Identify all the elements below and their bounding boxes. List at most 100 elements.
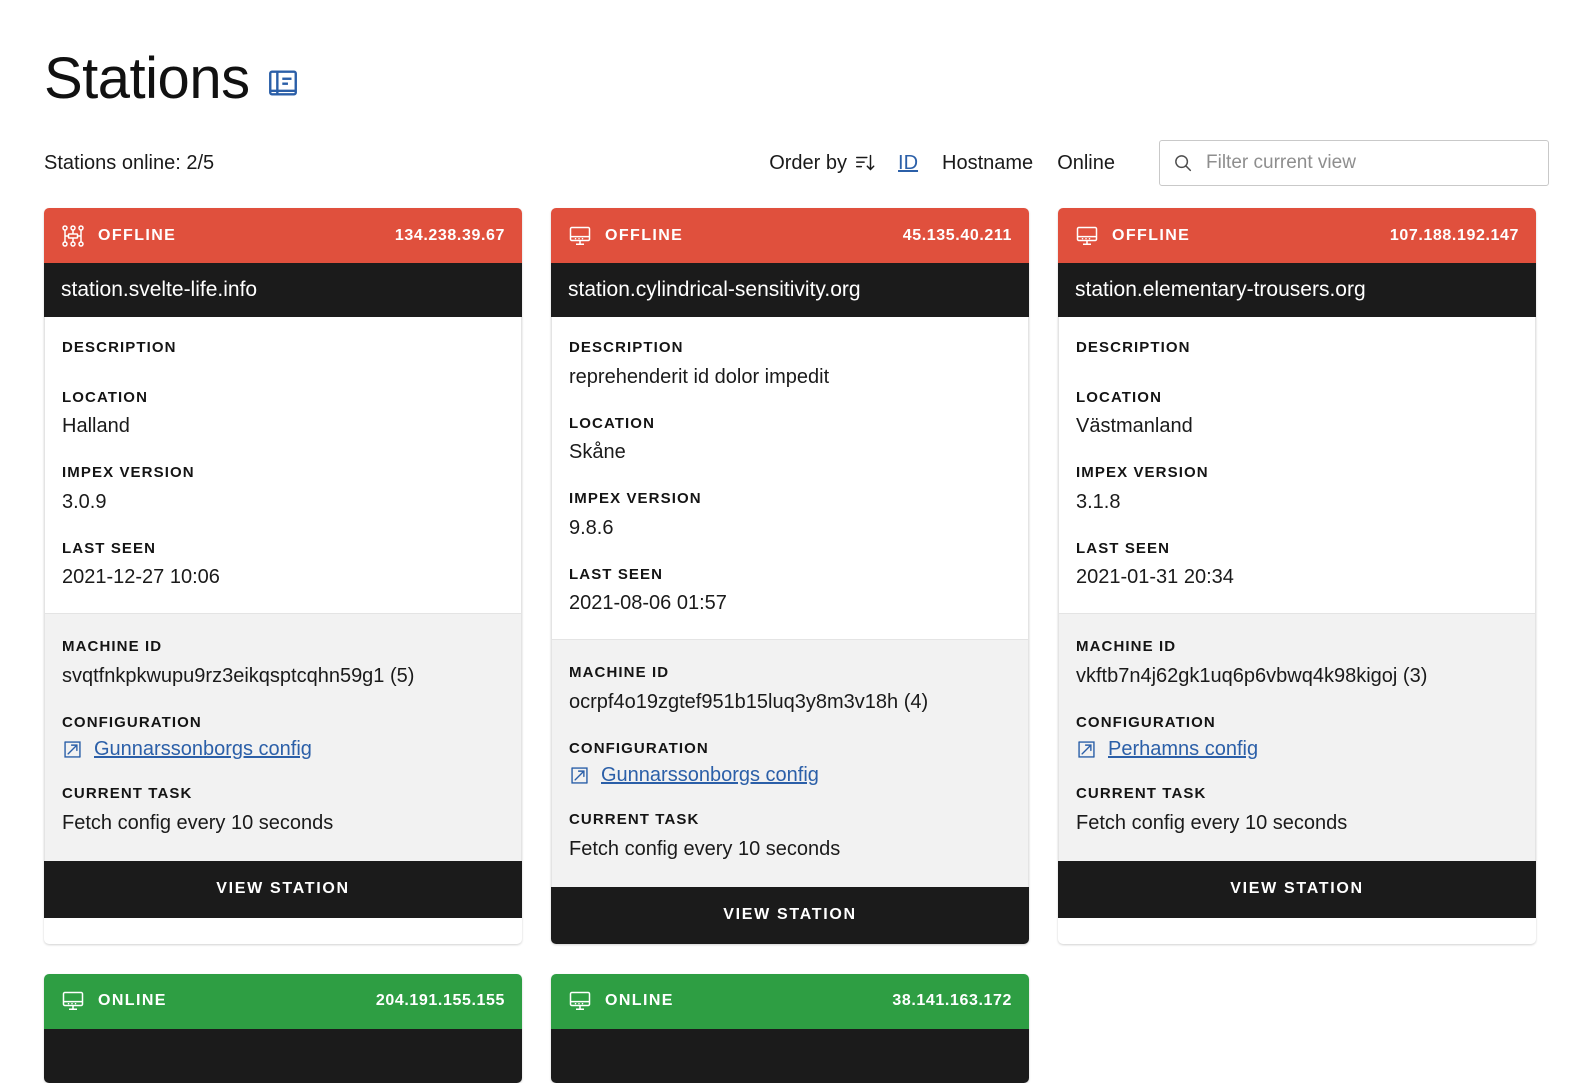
field-configuration: CONFIGURATION Gunnarssonborgs config xyxy=(62,712,504,762)
status-badge: ONLINE xyxy=(98,992,167,1009)
field-description: DESCRIPTION xyxy=(62,337,504,365)
external-link-icon xyxy=(569,765,590,786)
station-status-bar: OFFLINE 107.188.192.147 xyxy=(1058,208,1536,263)
field-machine-id: MACHINE ID svqtfnkpkwupu9rz3eikqsptcqhn5… xyxy=(62,636,504,690)
field-label: LAST SEEN xyxy=(62,539,157,557)
order-option-online[interactable]: Online xyxy=(1057,152,1115,175)
field-current-task: CURRENT TASK Fetch config every 10 secon… xyxy=(569,809,1011,863)
status-badge: OFFLINE xyxy=(98,226,177,244)
field-label: LAST SEEN xyxy=(569,565,664,583)
field-machine-id: MACHINE ID ocrpf4o19zgtef951b15luq3y8m3v… xyxy=(569,662,1011,716)
configuration-link-label: Perhamns config xyxy=(1108,738,1259,760)
field-value: ocrpf4o19zgtef951b15luq3y8m3v18h (4) xyxy=(569,690,929,713)
field-label: MACHINE ID xyxy=(1076,638,1177,655)
field-location: LOCATION Halland xyxy=(62,387,504,441)
monitor-icon xyxy=(568,989,592,1013)
field-label: LOCATION xyxy=(569,414,656,432)
field-label: CONFIGURATION xyxy=(1076,713,1216,731)
station-ip: 204.191.155.155 xyxy=(375,992,505,1009)
field-current-task: CURRENT TASK Fetch config every 10 secon… xyxy=(1076,783,1518,837)
field-label: LAST SEEN xyxy=(1076,539,1171,557)
field-last-seen: LAST SEEN 2021-12-27 10:06 xyxy=(62,538,504,592)
toolbar: Stations online: 2/5 Order by ID Hostnam… xyxy=(44,140,1549,186)
field-value: 3.0.9 xyxy=(62,490,107,513)
status-badge: OFFLINE xyxy=(1112,226,1191,244)
field-label: CURRENT TASK xyxy=(569,811,700,828)
station-ip: 107.188.192.147 xyxy=(1389,226,1519,244)
field-value: 2021-01-31 20:34 xyxy=(1076,566,1234,588)
station-subpanel: MACHINE ID svqtfnkpkwupu9rz3eikqsptcqhn5… xyxy=(44,613,522,861)
field-impex-version: IMPEX VERSION 3.1.8 xyxy=(1076,462,1518,516)
field-value: 2021-08-06 01:57 xyxy=(569,592,727,614)
field-label: DESCRIPTION xyxy=(62,339,177,356)
field-description: DESCRIPTION xyxy=(1076,337,1518,365)
station-hostname xyxy=(551,1028,1029,1083)
station-card: OFFLINE 107.188.192.147 station.elementa… xyxy=(1058,208,1536,944)
configuration-link-label: Gunnarssonborgs config xyxy=(601,764,819,786)
station-hostname xyxy=(44,1028,522,1083)
station-details: DESCRIPTION reprehenderit id dolor imped… xyxy=(551,317,1029,639)
network-nodes-icon xyxy=(61,224,85,248)
field-label: DESCRIPTION xyxy=(569,339,684,356)
field-configuration: CONFIGURATION Gunnarssonborgs config xyxy=(569,738,1011,788)
field-value xyxy=(1076,364,1518,365)
field-value: 2021-12-27 10:06 xyxy=(62,566,220,588)
station-hostname: station.elementary-trousers.org xyxy=(1058,263,1536,317)
field-label: CONFIGURATION xyxy=(62,713,202,731)
view-station-button[interactable]: VIEW STATION xyxy=(44,860,522,918)
configuration-link[interactable]: Gunnarssonborgs config xyxy=(569,764,1011,787)
field-value: svqtfnkpkwupu9rz3eikqsptcqhn59g1 (5) xyxy=(62,664,415,687)
status-badge: ONLINE xyxy=(605,992,674,1009)
field-label: IMPEX VERSION xyxy=(569,490,702,507)
field-value: Halland xyxy=(62,415,130,437)
field-label: CONFIGURATION xyxy=(569,739,709,757)
filter-current-view-box[interactable] xyxy=(1159,140,1549,186)
station-status-bar: OFFLINE 134.238.39.67 xyxy=(44,208,522,263)
view-station-button[interactable]: VIEW STATION xyxy=(1058,860,1536,918)
field-value: Fetch config every 10 seconds xyxy=(1076,811,1348,834)
configuration-link[interactable]: Perhamns config xyxy=(1076,738,1518,761)
monitor-icon xyxy=(61,989,85,1013)
field-label: DESCRIPTION xyxy=(1076,339,1191,356)
station-ip: 38.141.163.172 xyxy=(892,992,1012,1009)
field-value: reprehenderit id dolor impedit xyxy=(569,365,830,388)
order-by-group: Order by ID Hostname Online xyxy=(769,152,1115,175)
field-machine-id: MACHINE ID vkftb7n4j62gk1uq6p6vbwq4k98ki… xyxy=(1076,636,1518,690)
field-description: DESCRIPTION reprehenderit id dolor imped… xyxy=(569,337,1011,391)
stations-online-count: Stations online: 2/5 xyxy=(44,151,215,174)
field-label: CURRENT TASK xyxy=(1076,785,1207,802)
configuration-link[interactable]: Gunnarssonborgs config xyxy=(62,738,504,761)
field-configuration: CONFIGURATION Perhamns config xyxy=(1076,712,1518,762)
station-hostname: station.cylindrical-sensitivity.org xyxy=(551,263,1029,317)
field-current-task: CURRENT TASK Fetch config every 10 secon… xyxy=(62,783,504,837)
field-value: vkftb7n4j62gk1uq6p6vbwq4k98kigoj (3) xyxy=(1076,664,1428,687)
field-value: Fetch config every 10 seconds xyxy=(569,837,841,860)
station-card: OFFLINE 45.135.40.211 station.cylindrica… xyxy=(551,208,1029,944)
field-value: Skåne xyxy=(569,441,626,463)
monitor-icon xyxy=(1075,224,1099,248)
page-header: Stations xyxy=(44,44,1549,114)
station-card: ONLINE 38.141.163.172 xyxy=(551,973,1029,1083)
field-impex-version: IMPEX VERSION 3.0.9 xyxy=(62,462,504,516)
order-option-id[interactable]: ID xyxy=(898,152,918,175)
sort-descending-icon[interactable] xyxy=(854,152,876,174)
stations-page: Stations Stations online: 2/5 Order by I… xyxy=(0,0,1593,1083)
search-icon xyxy=(1172,152,1194,174)
field-label: CURRENT TASK xyxy=(62,785,193,802)
filter-input[interactable] xyxy=(1204,151,1536,175)
field-label: IMPEX VERSION xyxy=(62,464,195,481)
station-subpanel: MACHINE ID vkftb7n4j62gk1uq6p6vbwq4k98ki… xyxy=(1058,613,1536,861)
station-status-bar: OFFLINE 45.135.40.211 xyxy=(551,208,1029,263)
field-label: IMPEX VERSION xyxy=(1076,464,1209,481)
field-label: MACHINE ID xyxy=(62,638,163,655)
view-station-button[interactable]: VIEW STATION xyxy=(551,886,1029,944)
field-location: LOCATION Västmanland xyxy=(1076,387,1518,441)
field-impex-version: IMPEX VERSION 9.8.6 xyxy=(569,488,1011,542)
field-location: LOCATION Skåne xyxy=(569,413,1011,467)
configuration-link-label: Gunnarssonborgs config xyxy=(94,738,312,760)
book-icon xyxy=(266,66,300,100)
station-ip: 45.135.40.211 xyxy=(902,226,1012,244)
station-ip: 134.238.39.67 xyxy=(394,226,505,244)
order-option-hostname[interactable]: Hostname xyxy=(942,152,1033,175)
stations-grid: OFFLINE 134.238.39.67 station.svelte-lif… xyxy=(44,208,1549,1083)
